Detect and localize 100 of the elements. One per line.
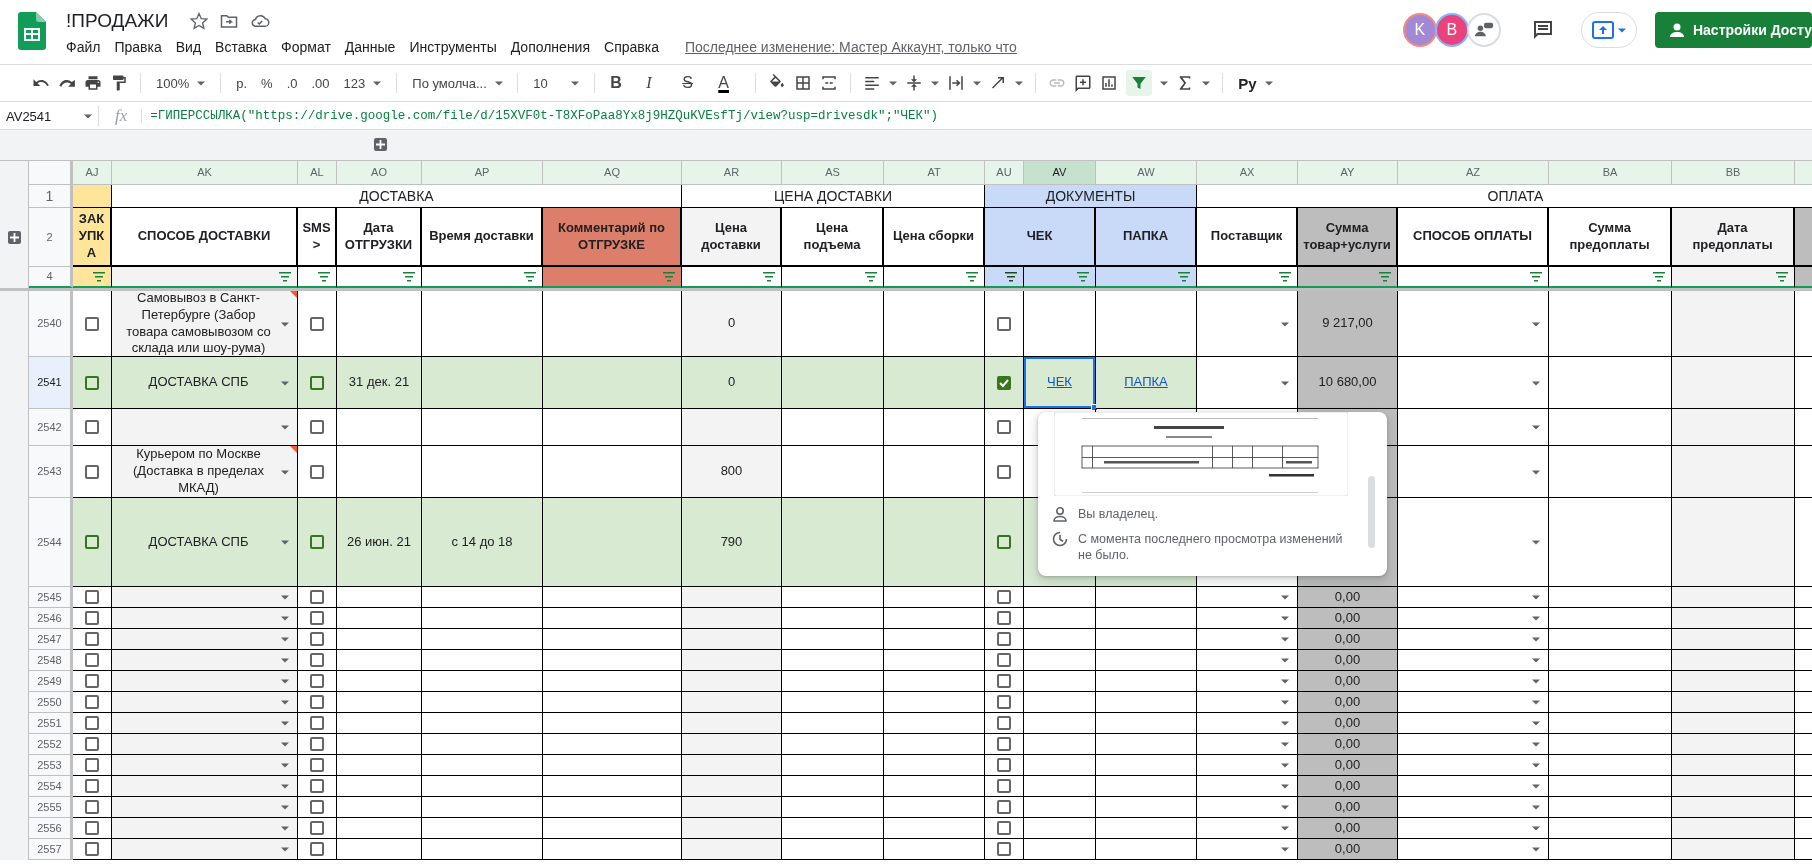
document-title[interactable]: !ПРОДАЖИ [66, 10, 169, 32]
dropdown-arrow-icon[interactable] [281, 425, 289, 430]
caret-icon[interactable] [1015, 80, 1024, 86]
row-header[interactable]: 2543 [29, 446, 73, 498]
print-icon[interactable] [84, 74, 102, 92]
dropdown-arrow-icon[interactable] [1532, 679, 1540, 684]
dropdown-cell[interactable] [1398, 797, 1549, 818]
dropdown-cell[interactable] [112, 776, 298, 797]
checkbox[interactable] [85, 758, 99, 772]
menu-item[interactable]: Формат [281, 37, 339, 57]
chart-icon[interactable] [1100, 74, 1119, 92]
dropdown-cell[interactable] [112, 755, 298, 776]
checkbox[interactable] [310, 464, 324, 479]
checkbox[interactable] [85, 737, 99, 751]
dropdown-arrow-icon[interactable] [1532, 321, 1540, 327]
checkbox[interactable] [310, 535, 324, 549]
dropdown-cell[interactable] [1398, 587, 1549, 608]
checkbox[interactable] [310, 695, 324, 709]
cloud-check-icon[interactable] [250, 12, 271, 30]
checkbox[interactable] [85, 653, 99, 667]
dropdown-arrow-icon[interactable] [1532, 847, 1540, 852]
dropdown-arrow-icon[interactable] [281, 658, 289, 663]
filter-icon[interactable] [1653, 271, 1665, 282]
dropdown-arrow-icon[interactable] [1532, 540, 1540, 545]
checkbox[interactable] [85, 800, 99, 814]
caret-icon[interactable] [1202, 80, 1211, 86]
dropdown-arrow-icon[interactable] [1281, 721, 1289, 726]
filter-icon[interactable] [279, 271, 291, 282]
dropdown-cell[interactable] [1398, 498, 1549, 587]
scrollbar[interactable] [1368, 476, 1375, 548]
dropdown-cell[interactable] [112, 671, 298, 692]
user-avatar[interactable]: B [1434, 13, 1469, 47]
checkbox[interactable] [997, 420, 1011, 434]
row-header[interactable]: 2544 [29, 498, 73, 587]
font-dropdown[interactable]: По умолча... [409, 73, 506, 93]
checkbox[interactable] [997, 611, 1011, 625]
dropdown-cell[interactable] [112, 608, 298, 629]
checkbox[interactable] [310, 590, 324, 604]
checkbox[interactable] [310, 842, 324, 856]
dropdown-arrow-icon[interactable] [281, 742, 289, 747]
caret-icon[interactable] [494, 80, 503, 86]
dropdown-cell[interactable]: Курьером по Москве (Доставка в пределах МКАД) [112, 446, 298, 498]
dropdown-arrow-icon[interactable] [281, 721, 289, 726]
checkbox[interactable] [310, 632, 324, 646]
checkbox[interactable] [997, 842, 1011, 856]
checkbox[interactable] [997, 737, 1011, 751]
dropdown-arrow-icon[interactable] [281, 826, 289, 831]
more-users-button[interactable] [1466, 13, 1501, 47]
strikethrough-button[interactable]: S [679, 72, 708, 94]
dropdown-arrow-icon[interactable] [1532, 805, 1540, 810]
caret-icon[interactable] [571, 80, 580, 86]
checkbox[interactable] [310, 653, 324, 667]
row-header[interactable]: 2551 [29, 713, 73, 734]
dropdown-cell[interactable]: Самовывоз в Санкт-Петербурге (Забор товара самовывозом со склада или шоу-рума) [112, 291, 298, 357]
column-header[interactable]: BA [1549, 161, 1672, 185]
caret-icon[interactable] [889, 80, 898, 86]
column-header[interactable]: AX [1197, 161, 1298, 185]
row-header[interactable]: 2542 [29, 409, 73, 446]
dropdown-arrow-icon[interactable] [1281, 679, 1289, 684]
checkbox[interactable] [997, 590, 1011, 604]
caret-icon[interactable] [373, 80, 382, 86]
dropdown-cell[interactable] [1398, 713, 1549, 734]
checkbox[interactable] [310, 779, 324, 793]
filter-icon[interactable] [403, 271, 415, 282]
dropdown-arrow-icon[interactable] [281, 784, 289, 789]
paint-roller-icon[interactable] [110, 74, 128, 92]
dropdown-cell[interactable] [1398, 692, 1549, 713]
column-header[interactable]: AO [337, 161, 422, 185]
star-icon[interactable] [190, 12, 209, 30]
checkbox[interactable] [85, 590, 99, 604]
expand-group-button[interactable] [374, 138, 387, 151]
filter-icon[interactable] [865, 271, 877, 282]
checkbox[interactable] [997, 821, 1011, 835]
dropdown-arrow-icon[interactable] [1532, 721, 1540, 726]
dropdown-arrow-icon[interactable] [281, 637, 289, 642]
formula-field[interactable]: =ГИПЕРССЫЛКА("https://drive.google.com/file/d/15XVF0t-T8XFoPaa8Yx8j9HZQuKVEsfTj/view?usp=drivesdk";"ЧЕК") [141, 109, 938, 123]
dropdown-cell[interactable] [112, 797, 298, 818]
caret-icon[interactable] [973, 80, 982, 86]
filter-icon[interactable] [1530, 271, 1542, 282]
dropdown-arrow-icon[interactable] [1532, 826, 1540, 831]
menu-item[interactable]: Инструменты [409, 37, 505, 57]
dropdown-arrow-icon[interactable] [281, 469, 289, 475]
checkbox[interactable] [310, 674, 324, 688]
sheets-logo-icon[interactable] [18, 12, 46, 50]
add-comment-icon[interactable] [1074, 74, 1093, 92]
row-header[interactable]: 2 [29, 208, 73, 267]
dropdown-arrow-icon[interactable] [1532, 380, 1540, 386]
dropdown-cell[interactable] [1398, 671, 1549, 692]
folder-move-icon[interactable] [220, 12, 239, 30]
column-header[interactable]: AW [1096, 161, 1197, 185]
dropdown-cell[interactable] [1398, 608, 1549, 629]
dropdown-cell[interactable]: ДОСТАВКА СПБ [112, 357, 298, 409]
menu-item[interactable]: Вставка [215, 37, 276, 57]
dropdown-cell[interactable] [112, 629, 298, 650]
row-header[interactable]: 2541 [29, 357, 73, 409]
checkbox[interactable] [997, 779, 1011, 793]
increase-decimals-button[interactable]: .00 [308, 73, 333, 93]
dropdown-cell[interactable] [1398, 446, 1549, 498]
column-header[interactable]: AY [1298, 161, 1398, 185]
checkbox[interactable] [310, 375, 324, 390]
